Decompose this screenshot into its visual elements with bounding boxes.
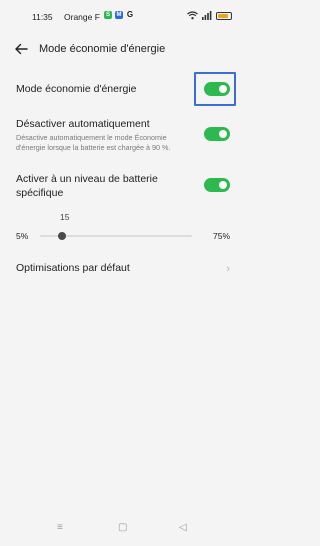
toggle-knob: [219, 181, 227, 189]
auto-disable-toggle[interactable]: [204, 127, 230, 141]
auto-disable-label: Désactiver automatiquement: [16, 118, 150, 130]
home-nav-icon[interactable]: ▢: [118, 522, 127, 533]
toggle-knob: [219, 130, 227, 138]
back-arrow-icon[interactable]: [12, 40, 30, 58]
status-app-icons: SMG: [104, 11, 134, 19]
battery-fill: [218, 13, 228, 18]
wifi-icon: [187, 11, 198, 20]
slider-thumb[interactable]: [57, 232, 66, 240]
default-optimizations-row[interactable]: Optimisations par défaut: [16, 261, 230, 275]
google-icon: G: [126, 10, 134, 19]
status-carrier: Orange F: [64, 12, 100, 22]
battery-icon: [216, 11, 232, 20]
slider-value: 15: [60, 212, 70, 222]
default-optimizations-label: Optimisations par défaut: [16, 262, 130, 274]
status-bar: 11:35 Orange F SMG: [0, 0, 246, 34]
signal-icon: [202, 11, 212, 20]
navigation-bar: ≡ ▢ ◁: [0, 510, 246, 546]
slider-max-label: 75%: [212, 231, 230, 241]
header: Mode économie d'énergie: [0, 34, 246, 64]
battery-level-label: Activer à un niveau de batterie spécifiq…: [16, 173, 158, 199]
app-icon-green: S: [104, 11, 112, 19]
auto-disable-description: Désactive automatiquement le mode Économ…: [16, 133, 171, 152]
menu-nav-icon[interactable]: ≡: [57, 522, 63, 533]
battery-level-row[interactable]: Activer à un niveau de batterie spécifiq…: [16, 172, 196, 200]
status-time: 11:35: [32, 12, 53, 22]
battery-level-toggle[interactable]: [204, 178, 230, 192]
focus-highlight: [194, 72, 236, 106]
slider-min-label: 5%: [16, 231, 29, 241]
battery-level-slider[interactable]: [40, 232, 192, 240]
status-indicators: [187, 11, 232, 20]
page-title: Mode économie d'énergie: [39, 43, 166, 55]
app-icon-blue: M: [115, 11, 123, 19]
chevron-right-icon: ›: [226, 263, 230, 275]
back-nav-icon[interactable]: ◁: [179, 522, 187, 533]
auto-disable-row[interactable]: Désactiver automatiquement Désactive aut…: [16, 117, 230, 153]
